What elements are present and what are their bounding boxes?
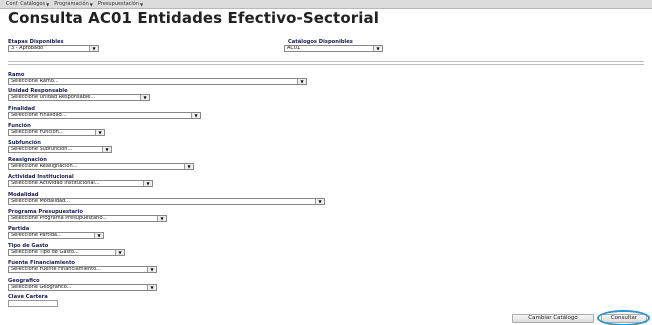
catalogos-select[interactable]: AC01 ▼	[284, 45, 383, 52]
menu-conf-catalogos-label: Conf. Catálogos	[6, 1, 46, 7]
menu-presupuestacion[interactable]: Presupuestación ▼	[98, 1, 143, 7]
funcion-value: Seleccione Función...	[11, 129, 64, 135]
unidad-select[interactable]: Seleccione Unidad Responsable... ▼	[8, 94, 150, 101]
chevron-down-icon: ▼	[147, 285, 156, 290]
modalidad-value: Seleccione Modalidad...	[11, 198, 71, 204]
programa-value: Seleccione Programa Presupuestario...	[11, 215, 108, 221]
actividad-value: Seleccione Actividad Institucional...	[11, 180, 100, 186]
subfuncion-value: Seleccione Subfunción...	[11, 146, 73, 152]
fuente-value: Seleccione Fuente Financiamiento...	[11, 266, 101, 272]
chevron-down-icon: ▼	[89, 46, 98, 51]
modalidad-select[interactable]: Seleccione Modalidad... ▼	[8, 198, 325, 205]
highlight-ring	[597, 310, 650, 325]
ramo-value: Seleccione Ramo...	[11, 78, 59, 84]
page-title: Consulta AC01 Entidades Efectivo-Sectori…	[8, 9, 379, 27]
chevron-down-icon: ▼	[297, 79, 306, 84]
divider	[8, 61, 644, 62]
ramo-select[interactable]: Seleccione Ramo... ▼	[8, 78, 307, 85]
chevron-down-icon: ▼	[315, 199, 324, 204]
chevron-down-icon: ▼	[140, 95, 149, 100]
catalogos-value: AC01	[287, 45, 301, 51]
tipo-gasto-select[interactable]: Seleccione Tipo de Gasto... ▼	[8, 249, 125, 256]
reasignacion-value: Seleccione Reasignación...	[11, 163, 78, 169]
finalidad-value: Seleccione Finalidad...	[11, 112, 67, 118]
chevron-down-icon: ▼	[157, 216, 166, 221]
geografico-value: Seleccione Geografico...	[11, 284, 72, 290]
chevron-down-icon: ▼	[184, 164, 193, 169]
menu-bar: Conf. Catálogos ▼ Programación ▼ Presupu…	[0, 0, 652, 9]
chevron-down-icon: ▼	[102, 147, 111, 152]
finalidad-select[interactable]: Seleccione Finalidad... ▼	[8, 112, 201, 119]
reasignacion-select[interactable]: Seleccione Reasignación... ▼	[8, 163, 194, 170]
unidad-value: Seleccione Unidad Responsable...	[11, 94, 96, 100]
tipo-gasto-value: Seleccione Tipo de Gasto...	[11, 249, 79, 255]
etapas-select[interactable]: 3 - Aprobado ▼	[8, 45, 99, 52]
funcion-select[interactable]: Seleccione Función... ▼	[8, 129, 105, 136]
partida-value: Seleccione Partida...	[11, 232, 62, 238]
geografico-select[interactable]: Seleccione Geografico... ▼	[8, 284, 157, 291]
menu-presupuestacion-label: Presupuestación	[97, 1, 139, 7]
chevron-down-icon: ▼	[115, 250, 124, 255]
chevron-down-icon: ▼	[95, 130, 104, 135]
subfuncion-select[interactable]: Seleccione Subfunción... ▼	[8, 146, 112, 153]
chevron-down-icon: ▼	[46, 1, 50, 7]
menu-programacion[interactable]: Programación ▼	[54, 1, 93, 7]
clave-cartera-input[interactable]	[8, 300, 58, 307]
chevron-down-icon: ▼	[191, 113, 200, 118]
chevron-down-icon: ▼	[94, 233, 103, 238]
chevron-down-icon: ▼	[373, 46, 382, 51]
menu-conf-catalogos[interactable]: Conf. Catálogos ▼	[6, 1, 49, 7]
fuente-select[interactable]: Seleccione Fuente Financiamiento... ▼	[8, 266, 157, 273]
chevron-down-icon: ▼	[89, 1, 93, 7]
menu-programacion-label: Programación	[54, 1, 89, 7]
chevron-down-icon: ▼	[143, 181, 152, 186]
chevron-down-icon: ▼	[140, 1, 144, 7]
programa-select[interactable]: Seleccione Programa Presupuestario... ▼	[8, 215, 167, 222]
chevron-down-icon: ▼	[147, 267, 156, 272]
actividad-select[interactable]: Seleccione Actividad Institucional... ▼	[8, 180, 153, 187]
cambiar-catalogo-button[interactable]: Cambiar Catálogo	[512, 314, 594, 323]
divider	[8, 64, 644, 65]
etapas-value: 3 - Aprobado	[11, 45, 44, 51]
partida-select[interactable]: Seleccione Partida... ▼	[8, 232, 104, 239]
